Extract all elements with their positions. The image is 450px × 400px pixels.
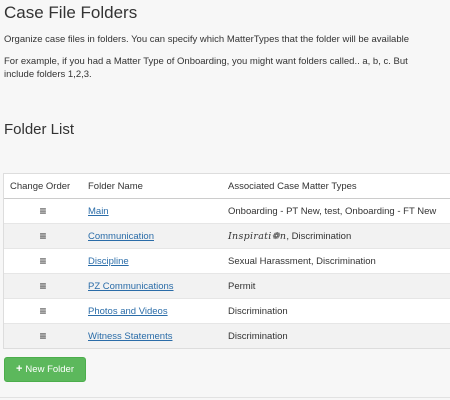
folder-link-witness-statements[interactable]: Witness Statements bbox=[88, 331, 172, 342]
table-row: ≡ Communication Inspirati❁n, Discriminat… bbox=[4, 223, 450, 249]
folder-name-cell: Main bbox=[82, 198, 222, 224]
drag-handle-icon[interactable]: ≡ bbox=[10, 205, 76, 217]
matter-types-cell: Permit bbox=[222, 273, 450, 299]
folder-table: Change Order Folder Name Associated Case… bbox=[4, 174, 450, 348]
matter-types-cell: Discrimination bbox=[222, 298, 450, 324]
folder-link-pz-communications[interactable]: PZ Communications bbox=[88, 281, 174, 292]
matter-type-stylized: Inspirati❁n bbox=[228, 230, 287, 242]
folder-name-cell: Communication bbox=[82, 223, 222, 249]
folder-name-cell: Witness Statements bbox=[82, 323, 222, 348]
change-order-cell: ≡ bbox=[4, 298, 82, 324]
column-header-folder-name: Folder Name bbox=[82, 174, 222, 199]
change-order-cell: ≡ bbox=[4, 323, 82, 348]
drag-handle-icon[interactable]: ≡ bbox=[10, 230, 76, 242]
change-order-cell: ≡ bbox=[4, 223, 82, 249]
bottom-divider bbox=[0, 397, 450, 398]
change-order-cell: ≡ bbox=[4, 198, 82, 224]
matter-type-rest: , Discrimination bbox=[286, 230, 352, 242]
table-row: ≡ Photos and Videos Discrimination bbox=[4, 298, 450, 324]
table-row: ≡ Witness Statements Discrimination bbox=[4, 323, 450, 348]
drag-handle-icon[interactable]: ≡ bbox=[10, 255, 76, 267]
table-row: ≡ Discipline Sexual Harassment, Discrimi… bbox=[4, 248, 450, 274]
matter-types-cell: Inspirati❁n, Discrimination bbox=[222, 223, 450, 249]
plus-icon: + bbox=[15, 363, 23, 375]
change-order-cell: ≡ bbox=[4, 248, 82, 274]
table-header-row: Change Order Folder Name Associated Case… bbox=[4, 174, 450, 199]
description-line-3: include folders 1,2,3. bbox=[4, 69, 92, 80]
drag-handle-icon[interactable]: ≡ bbox=[10, 305, 76, 317]
folder-link-discipline[interactable]: Discipline bbox=[88, 256, 129, 267]
drag-handle-icon[interactable]: ≡ bbox=[10, 330, 76, 342]
matter-types-cell: Sexual Harassment, Discrimination bbox=[222, 248, 450, 274]
description-line-2: For example, if you had a Matter Type of… bbox=[4, 56, 408, 67]
column-header-matter-types: Associated Case Matter Types bbox=[222, 174, 450, 199]
table-row: ≡ Main Onboarding - PT New, test, Onboar… bbox=[4, 198, 450, 224]
folder-list-title: Folder List bbox=[4, 121, 75, 138]
folder-link-communication[interactable]: Communication bbox=[88, 231, 154, 242]
page-title: Case File Folders bbox=[4, 3, 138, 22]
column-header-change-order: Change Order bbox=[4, 174, 82, 199]
matter-types-cell: Onboarding - PT New, test, Onboarding - … bbox=[222, 198, 450, 224]
drag-handle-icon[interactable]: ≡ bbox=[10, 280, 76, 292]
description-line-1: Organize case files in folders. You can … bbox=[4, 34, 410, 45]
change-order-cell: ≡ bbox=[4, 273, 82, 299]
matter-types-cell: Discrimination bbox=[222, 323, 450, 348]
folder-name-cell: Discipline bbox=[82, 248, 222, 274]
folder-name-cell: PZ Communications bbox=[82, 273, 222, 299]
new-folder-button[interactable]: + New Folder bbox=[4, 357, 86, 382]
folder-link-photos-and-videos[interactable]: Photos and Videos bbox=[88, 306, 168, 317]
folder-link-main[interactable]: Main bbox=[88, 206, 109, 217]
table-row: ≡ PZ Communications Permit bbox=[4, 273, 450, 299]
folder-name-cell: Photos and Videos bbox=[82, 298, 222, 324]
page: Case File Folders Organize case files in… bbox=[0, 0, 450, 400]
folder-table-container: Change Order Folder Name Associated Case… bbox=[3, 173, 450, 349]
new-folder-label: New Folder bbox=[25, 364, 74, 375]
